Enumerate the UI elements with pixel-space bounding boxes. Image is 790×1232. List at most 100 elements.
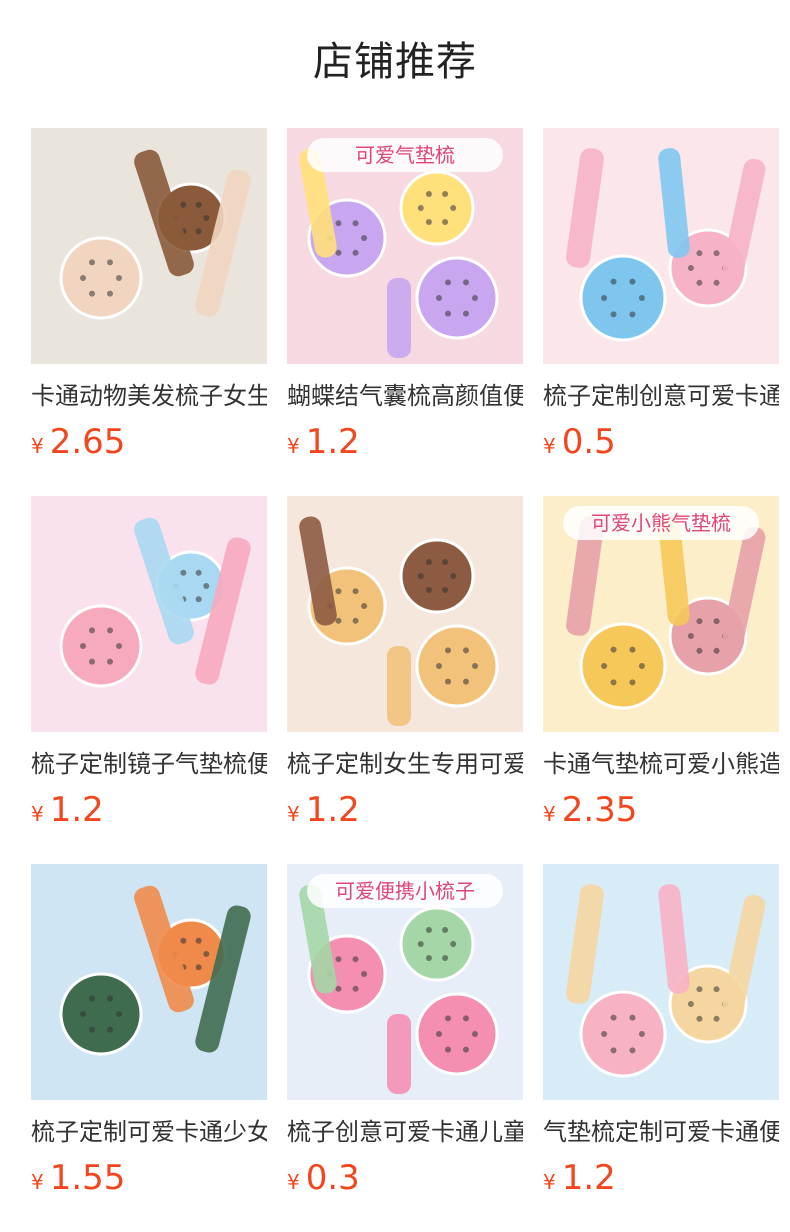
product-card[interactable]: 气垫梳定制可爱卡通便携 ¥1.2 — [543, 864, 779, 1232]
bristle-dot — [463, 1046, 469, 1053]
bristle-dot — [610, 679, 617, 686]
bristle-dot — [696, 1015, 703, 1022]
product-image[interactable] — [31, 864, 267, 1100]
bristle-dot — [361, 603, 368, 609]
price-value: 2.35 — [561, 790, 638, 830]
bristle-dot — [638, 663, 645, 669]
product-name[interactable]: 梳子定制创意可爱卡通 — [543, 378, 779, 414]
brush-head-shape — [415, 992, 499, 1076]
bristle-dot — [472, 295, 478, 301]
bristle-dot — [601, 663, 608, 669]
bristle-dot — [352, 588, 359, 595]
bristle-dot — [335, 588, 342, 595]
bristle-dot — [417, 205, 424, 211]
bristle-dot — [629, 311, 636, 318]
bristle-dot — [445, 1015, 451, 1022]
product-grid: 卡通动物美发梳子女生专用 ¥2.65 可爱气垫梳 蝴蝶结气囊梳高颜值便携 ¥1.… — [31, 128, 779, 1232]
product-price: ¥0.5 — [543, 420, 779, 464]
product-price: ¥1.2 — [287, 788, 523, 832]
product-name[interactable]: 蝴蝶结气囊梳高颜值便携 — [287, 378, 523, 414]
product-image[interactable] — [543, 864, 779, 1100]
product-card[interactable]: 梳子定制镜子气垫梳便携 ¥1.2 — [31, 496, 267, 864]
bristle-dot — [696, 986, 703, 993]
currency-symbol: ¥ — [31, 1170, 44, 1194]
comb-shape — [387, 278, 411, 358]
product-card[interactable]: 梳子定制可爱卡通少女心 ¥1.55 — [31, 864, 267, 1232]
bristle-dot — [601, 295, 608, 301]
bristle-dot — [180, 201, 187, 208]
brush-head-shape — [399, 170, 475, 246]
product-image[interactable]: 可爱小熊气垫梳 — [543, 496, 779, 732]
bristle-dot — [450, 573, 457, 579]
bristle-dot — [445, 647, 451, 654]
brush-head-shape — [399, 538, 475, 614]
bristle-dot — [89, 1026, 95, 1033]
price-value: 1.2 — [561, 1158, 616, 1198]
bristle-dot — [450, 205, 457, 211]
product-price: ¥1.2 — [31, 788, 267, 832]
product-card[interactable]: 梳子定制女生专用可爱 ¥1.2 — [287, 496, 523, 864]
product-price: ¥1.55 — [31, 1156, 267, 1200]
bristle-dot — [442, 955, 449, 962]
bristle-dot — [352, 985, 359, 992]
bristle-dot — [107, 658, 113, 665]
bristle-dot — [445, 1046, 451, 1053]
bristle-dot — [352, 220, 359, 227]
bristle-dot — [107, 259, 113, 266]
product-card[interactable]: 可爱便携小梳子 梳子创意可爱卡通儿童 ¥0.3 — [287, 864, 523, 1232]
currency-symbol: ¥ — [543, 802, 556, 826]
product-name[interactable]: 梳子创意可爱卡通儿童 — [287, 1114, 523, 1150]
bristle-dot — [629, 646, 636, 653]
bristle-dot — [463, 279, 469, 286]
bristle-dot — [335, 249, 342, 256]
product-card[interactable]: 梳子定制创意可爱卡通 ¥0.5 — [543, 128, 779, 496]
product-image[interactable] — [543, 128, 779, 364]
product-name[interactable]: 卡通气垫梳可爱小熊造型 — [543, 746, 779, 782]
recommended-products-page: 店铺推荐 卡通动物美发梳子女生专用 ¥2.65 可爱气垫梳 蝴蝶结气囊梳高颜值便… — [0, 0, 790, 1232]
price-value: 0.5 — [561, 422, 616, 462]
bristle-dot — [417, 573, 424, 579]
caption-text: 可爱便携小梳子 — [335, 879, 475, 903]
product-name[interactable]: 梳子定制可爱卡通少女心 — [31, 1114, 267, 1150]
currency-symbol: ¥ — [287, 802, 300, 826]
currency-symbol: ¥ — [543, 434, 556, 458]
product-image[interactable] — [287, 496, 523, 732]
product-name[interactable]: 气垫梳定制可爱卡通便携 — [543, 1114, 779, 1150]
bristle-dot — [89, 290, 95, 297]
product-card[interactable]: 卡通动物美发梳子女生专用 ¥2.65 — [31, 128, 267, 496]
product-image[interactable]: 可爱便携小梳子 — [287, 864, 523, 1100]
bristle-dot — [696, 279, 703, 286]
bristle-dot — [425, 587, 432, 594]
bristle-dot — [601, 1031, 608, 1037]
product-price: ¥1.2 — [287, 420, 523, 464]
brush-head-shape — [579, 622, 667, 710]
product-photo — [31, 128, 267, 364]
bristle-dot — [629, 278, 636, 285]
bristle-dot — [713, 986, 720, 993]
bristle-dot — [425, 955, 432, 962]
product-name[interactable]: 梳子定制女生专用可爱 — [287, 746, 523, 782]
bristle-dot — [195, 964, 202, 971]
product-price: ¥1.2 — [543, 1156, 779, 1200]
product-card[interactable]: 可爱小熊气垫梳 卡通气垫梳可爱小熊造型 ¥2.35 — [543, 496, 779, 864]
bristle-dot — [89, 259, 95, 266]
bristle-dot — [195, 228, 202, 235]
product-image[interactable]: 可爱气垫梳 — [287, 128, 523, 364]
product-card[interactable]: 可爱气垫梳 蝴蝶结气囊梳高颜值便携 ¥1.2 — [287, 128, 523, 496]
product-image[interactable] — [31, 128, 267, 364]
product-name[interactable]: 卡通动物美发梳子女生专用 — [31, 378, 267, 414]
product-image[interactable] — [31, 496, 267, 732]
bristle-dot — [610, 1047, 617, 1054]
brush-head-shape — [415, 624, 499, 708]
bristle-dot — [116, 1011, 122, 1017]
bristle-dot — [442, 219, 449, 226]
currency-symbol: ¥ — [543, 1170, 556, 1194]
product-name[interactable]: 梳子定制镜子气垫梳便携 — [31, 746, 267, 782]
bristle-dot — [107, 290, 113, 297]
bristle-dot — [472, 1031, 478, 1037]
bristle-dot — [116, 275, 122, 281]
bristle-dot — [195, 937, 202, 944]
page-title: 店铺推荐 — [313, 39, 477, 85]
price-value: 1.2 — [305, 790, 360, 830]
bristle-dot — [361, 235, 368, 241]
